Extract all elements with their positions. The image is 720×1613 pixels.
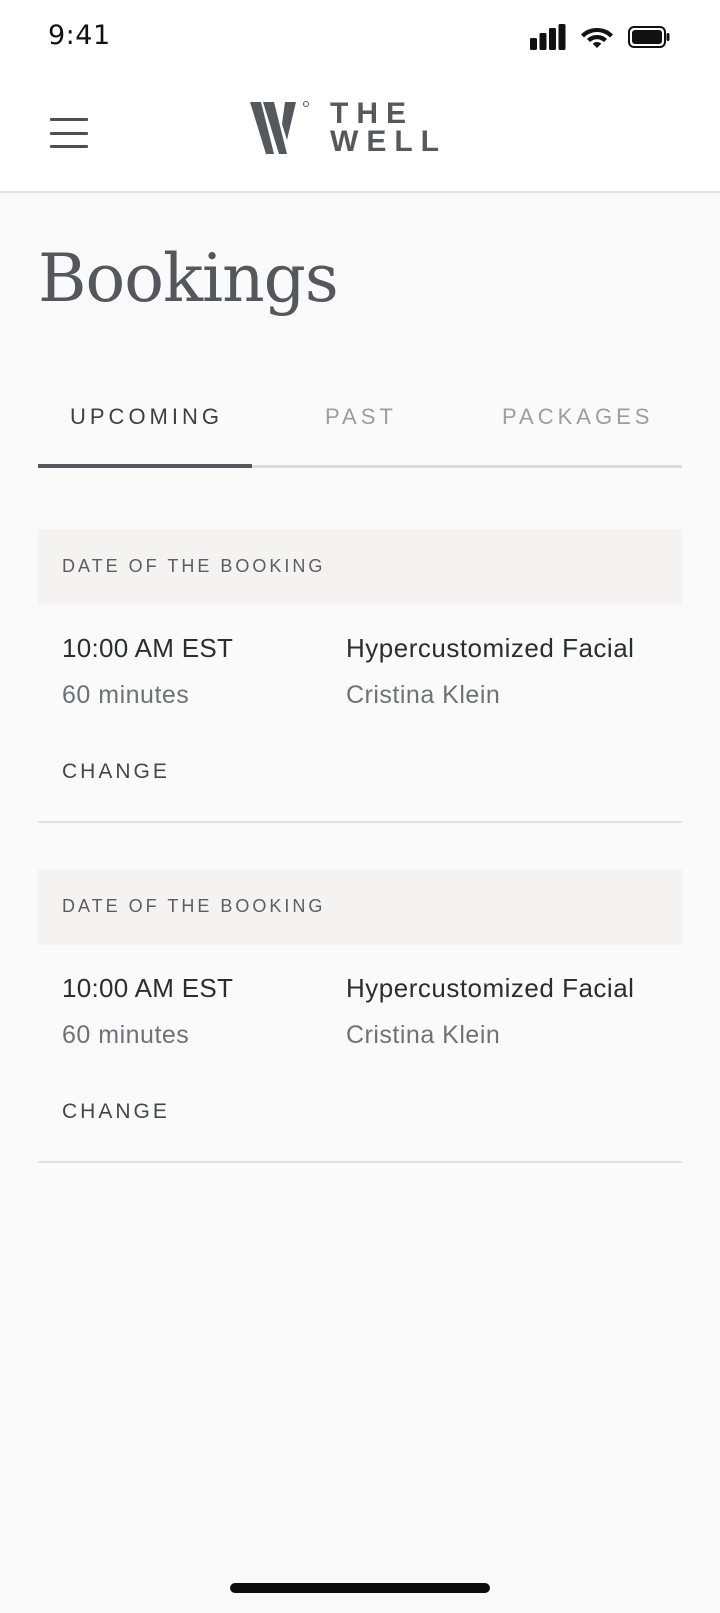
brand-logo[interactable]: THE WELL [250,97,447,158]
booking-time: 10:00 AM EST [62,973,234,1003]
hamburger-icon[interactable] [50,114,92,152]
booking-duration: 60 minutes [62,681,190,709]
booking-service: Hypercustomized Facial [346,633,635,663]
wifi-icon [581,28,613,48]
brand-line-1: THE [330,97,414,130]
cellular-signal-icon [530,24,566,50]
app-header: THE WELL [0,78,720,193]
booking-date-label: DATE OF THE BOOKING [62,896,326,916]
booking-duration: 60 minutes [62,1021,190,1049]
status-icons [530,24,670,50]
tab-past[interactable]: PAST [325,404,397,430]
brand-wordmark: THE WELL [330,97,447,158]
change-booking-button[interactable]: CHANGE [62,760,170,784]
booking-card: DATE OF THE BOOKING 10:00 AM EST 60 minu… [38,529,682,823]
booking-service: Hypercustomized Facial [346,973,635,1003]
status-time: 9:41 [48,20,111,51]
tab-upcoming[interactable]: UPCOMING [70,404,223,430]
booking-date-label: DATE OF THE BOOKING [62,556,326,576]
booking-date-strip: DATE OF THE BOOKING [38,869,682,945]
menu-bar-line [50,118,88,121]
booking-tabs: UPCOMING PAST PACKAGES [38,386,682,468]
change-booking-button[interactable]: CHANGE [62,1100,170,1124]
app-screen: 9:41 THE WELL Bookings UPCOMING PAST PAC… [0,0,720,1613]
brand-line-2: WELL [330,125,447,158]
menu-bar-line [50,131,88,135]
page-title: Bookings [38,240,339,317]
w-monogram-icon [250,101,309,154]
status-bar: 9:41 [0,0,720,78]
booking-provider: Cristina Klein [346,681,501,709]
tab-packages[interactable]: PACKAGES [502,404,653,430]
tab-active-indicator [38,464,252,468]
home-indicator[interactable] [230,1583,490,1593]
booking-date-strip: DATE OF THE BOOKING [38,529,682,605]
battery-icon [628,26,670,48]
booking-provider: Cristina Klein [346,1021,501,1049]
booking-card: DATE OF THE BOOKING 10:00 AM EST 60 minu… [38,869,682,1163]
menu-bar-line [50,145,88,148]
booking-time: 10:00 AM EST [62,633,234,663]
